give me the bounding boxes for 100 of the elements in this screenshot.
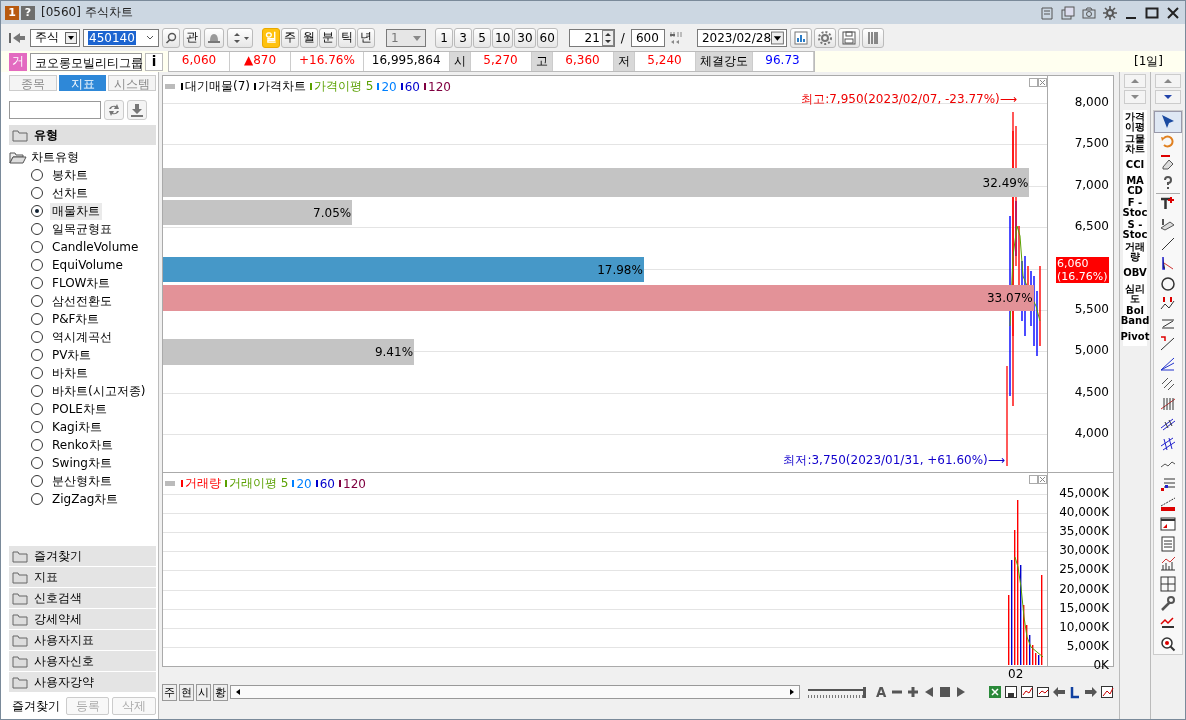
axis-label: 4,500 [1074, 384, 1109, 399]
quote-value: 5,270 [470, 52, 532, 71]
view-tab[interactable]: 현 [179, 683, 194, 701]
folder-header[interactable]: 유형 [9, 125, 156, 145]
font-button[interactable]: A [874, 684, 889, 700]
chart-type-option[interactable]: 매물차트 [50, 202, 102, 220]
legend-label: 거래량 [185, 475, 221, 492]
separator-text: / [620, 30, 625, 45]
bar-value-label: 33.07% [986, 291, 1034, 305]
window-badge[interactable]: 1 [5, 5, 19, 20]
indicator-button[interactable]: 그물 차트 [1125, 134, 1145, 154]
period-button[interactable]: 월 [300, 27, 318, 48]
sidebar-tab[interactable]: 지표 [58, 75, 107, 91]
favorites-button[interactable]: 즐겨찾기 [9, 697, 63, 715]
chart-type-option[interactable]: 바차트 [50, 364, 90, 382]
chart-type-option[interactable]: 봉차트 [50, 166, 90, 184]
legend-label: 대기매물(7) [185, 78, 250, 95]
indicator-button[interactable]: MA CD [1126, 176, 1144, 196]
interval-button[interactable]: 60 [536, 27, 558, 48]
chart-type-option[interactable]: 선차트 [50, 184, 90, 202]
chart-type-option[interactable]: 일목균형표 [50, 220, 114, 238]
quote-value: ▲870 [230, 52, 291, 71]
current-price-tag: 6,060 (16.76%) [1056, 257, 1109, 283]
indicator-button[interactable]: F - Stoc [1122, 198, 1148, 218]
tree-node[interactable]: 차트유형 [9, 148, 156, 166]
indicator-button[interactable]: CCI [1125, 156, 1145, 174]
period-label: [1일] [1134, 53, 1163, 70]
interval-button[interactable]: 1 [435, 27, 453, 48]
axis-label: 6,500 [1074, 219, 1109, 234]
quote-value: 96.73 [752, 52, 814, 71]
field-label: 저 [613, 52, 635, 71]
market-select[interactable]: 주식 [30, 28, 80, 47]
chart-type-option[interactable]: 삼선전환도 [50, 292, 114, 310]
interval-button[interactable]: 30 [514, 27, 536, 48]
chart-type-option[interactable]: Kagi차트 [50, 418, 104, 436]
chart-type-option[interactable]: FLOW차트 [50, 274, 113, 292]
axis-label: 45,000K [1059, 486, 1109, 500]
period-button[interactable]: 틱 [338, 27, 356, 48]
period-button[interactable]: 분 [319, 27, 337, 48]
chart-type-option[interactable]: 역시계곡선 [50, 328, 114, 346]
interval-button[interactable]: 10 [492, 27, 514, 48]
legend-label: 가격차트 [258, 78, 306, 95]
bar-value-label: 32.49% [982, 175, 1030, 190]
chart-type-option[interactable]: Renko차트 [50, 436, 115, 454]
axis-label: 40,000K [1059, 505, 1109, 520]
axis-label: 7,000 [1074, 177, 1109, 192]
chart-type-option[interactable]: ZigZag차트 [50, 490, 121, 508]
folder-header[interactable]: 사용자신호 [9, 651, 156, 671]
chart-type-option[interactable]: Swing차트 [50, 454, 114, 472]
bar-value-label: 7.05% [313, 205, 353, 220]
interval-button[interactable]: 3 [454, 27, 472, 48]
legend-label: 20 [296, 476, 312, 491]
chart-type-option[interactable]: 바차트(시고저종) [50, 382, 148, 400]
chart-type-option[interactable]: 분산형차트 [50, 472, 114, 490]
interval-button[interactable]: 5 [473, 27, 491, 48]
window-badge[interactable]: ? [21, 5, 35, 20]
period-button[interactable]: 년 [357, 27, 375, 48]
indicator-button[interactable]: 가격 이평 [1125, 112, 1145, 132]
unit-select[interactable]: 1 [386, 28, 426, 47]
view-tab[interactable]: 시 [196, 683, 211, 701]
folder-header[interactable]: 강세약세 [9, 609, 156, 629]
indicator-button[interactable]: 거래 량 [1125, 242, 1145, 262]
chart-type-option[interactable]: PV차트 [50, 346, 94, 364]
legend-label: 120 [428, 79, 451, 94]
indicator-button[interactable]: OBV [1123, 264, 1147, 282]
indicator-button[interactable]: Pivot [1120, 328, 1150, 346]
folder-header[interactable]: 사용자강약 [9, 672, 156, 692]
period-button[interactable]: 주 [281, 27, 299, 48]
chart-type-option[interactable]: P&F차트 [50, 310, 102, 328]
code-field[interactable]: 450140 [83, 28, 159, 47]
quote-value: +16.76% [291, 52, 364, 71]
date-select[interactable]: 2023/02/28 [696, 28, 787, 47]
axis-label: 4,000 [1074, 426, 1109, 441]
related-button[interactable]: 관 [183, 27, 201, 48]
count-field[interactable]: 21 [568, 28, 615, 47]
axis-label: 10,000K [1059, 619, 1109, 634]
legend-label: 20 [381, 79, 397, 94]
total-field[interactable]: 600 [630, 28, 665, 47]
view-tab[interactable]: 주 [162, 683, 177, 701]
folder-header[interactable]: 지표 [9, 567, 156, 587]
indicator-button[interactable]: Bol Band [1120, 306, 1150, 326]
axis-label: 30,000K [1059, 543, 1109, 558]
chart-type-option[interactable]: EquiVolume [50, 258, 125, 272]
quote-value: 16,995,864 [363, 52, 450, 71]
axis-label: 35,000K [1059, 524, 1109, 539]
folder-header[interactable]: 사용자지표 [9, 630, 156, 650]
chart-type-option[interactable]: CandleVolume [50, 240, 141, 254]
indicator-button[interactable]: 심리 도 [1125, 284, 1145, 304]
field-label: 체결강도 [695, 52, 753, 71]
legend-label: 60 [404, 79, 420, 94]
stock-name-field[interactable]: 코오롱모빌리티그룹 [30, 52, 142, 71]
chart-type-option[interactable]: POLE차트 [50, 400, 109, 418]
info-button[interactable]: i [145, 52, 163, 71]
folder-header[interactable]: 즐겨찾기 [9, 546, 156, 566]
exchange-badge: 거 [9, 52, 27, 71]
indicator-button[interactable]: S - Stoc [1122, 220, 1148, 240]
axis-label: 5,000 [1074, 343, 1109, 358]
view-tab[interactable]: 황 [213, 683, 228, 701]
folder-header[interactable]: 신호검색 [9, 588, 156, 608]
axis-label: 0K [1093, 657, 1109, 672]
